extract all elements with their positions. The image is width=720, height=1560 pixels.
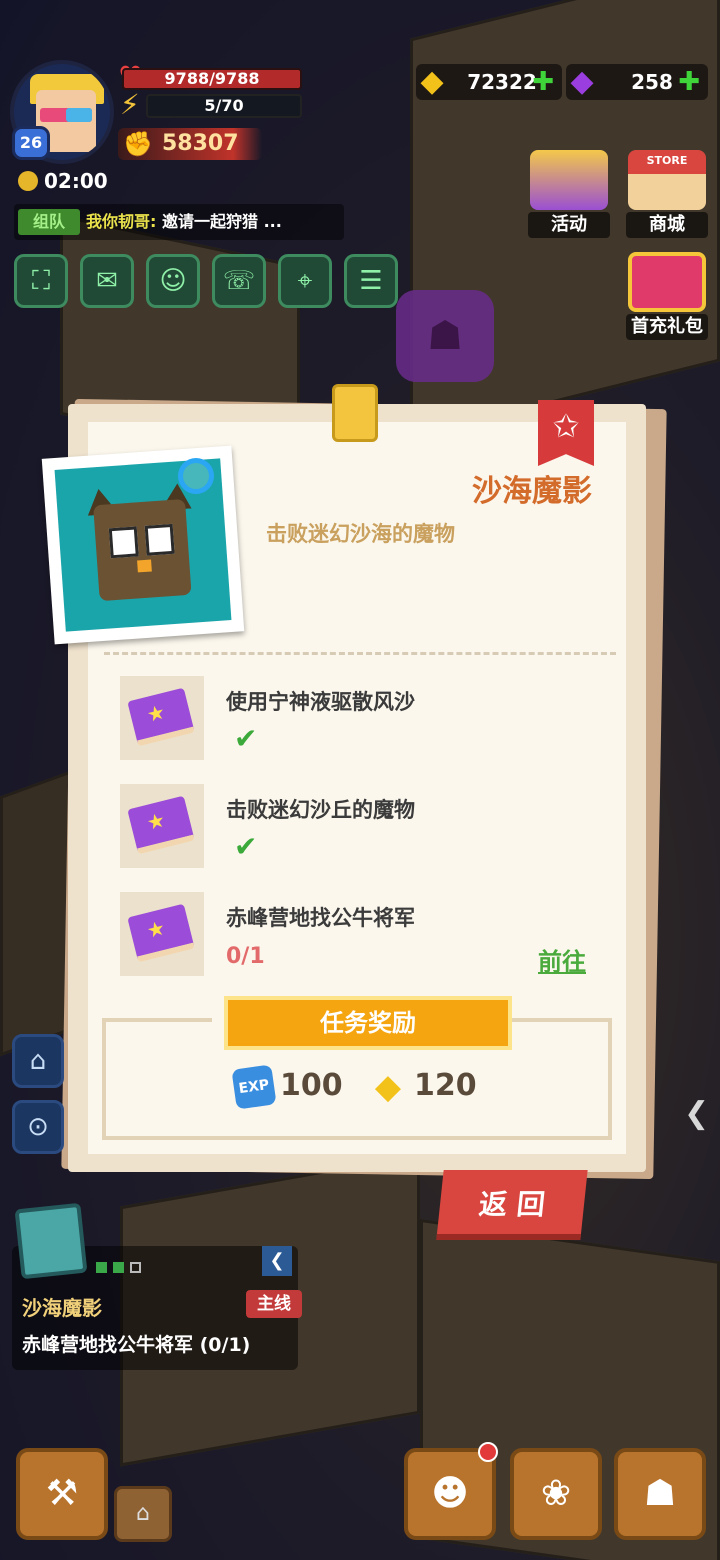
checkmark-icon: ✔: [234, 830, 258, 863]
tracker-objective: 赤峰营地找公牛将军 (0/1): [22, 1334, 251, 1356]
combat-power: ✊ 58307: [118, 128, 262, 160]
boss-marker-icon: ☗: [396, 290, 494, 382]
map-icon[interactable]: ⌖: [278, 254, 332, 308]
tape-decoration: [332, 384, 378, 442]
go-to-link[interactable]: 前往: [538, 942, 586, 977]
quest-step: 赤峰营地找公牛将军 0/1 前往: [120, 892, 600, 980]
add-gold-button[interactable]: ✚: [532, 64, 554, 100]
hammer-icon[interactable]: ⚒: [16, 1448, 108, 1540]
shop-button[interactable]: STORE 商城: [626, 150, 708, 238]
event-label: 活动: [528, 212, 610, 238]
coin-reward: ◆ 120: [368, 1064, 477, 1108]
quest-step: 使用宁神液驱散风沙 ✔: [120, 676, 600, 764]
chat-message: 邀请一起狩猎 ...: [162, 212, 282, 231]
timer-value: 02:00: [44, 169, 108, 193]
star-icon: ✩: [552, 407, 580, 445]
gold-counter: ◆ 72322 ✚: [416, 64, 562, 100]
exp-amount: 100: [280, 1068, 343, 1103]
divider: [104, 652, 616, 655]
combat-power-value: 58307: [162, 131, 239, 156]
chat-ticker[interactable]: 组队 我你韧哥: 邀请一起狩猎 ...: [14, 204, 344, 240]
coin-amount: 120: [414, 1068, 477, 1103]
home-icon[interactable]: ⌂: [12, 1034, 64, 1088]
backpack-icon[interactable]: ☗: [614, 1448, 706, 1540]
first-recharge-button[interactable]: 首充礼包: [626, 252, 708, 340]
shop-label: 商城: [626, 212, 708, 238]
sun-icon: [18, 171, 38, 191]
gold-amount: 72322: [467, 70, 537, 94]
hp-bar: 9788/9788: [122, 68, 302, 90]
spellbook-icon: [127, 903, 195, 963]
chat-channel-tag: 组队: [18, 209, 80, 235]
stamina-timer: 02:00: [18, 168, 108, 194]
quest-subtitle: 击败迷幻沙海的魔物: [266, 522, 455, 546]
quest-step-text: 使用宁神液驱散风沙: [226, 690, 415, 714]
add-gems-button[interactable]: ✚: [678, 64, 700, 100]
target-icon: [178, 458, 214, 494]
page-dots: [96, 1258, 147, 1277]
chat-bubble-icon[interactable]: ☏: [212, 254, 266, 308]
event-star-icon: [530, 150, 608, 210]
notice-board-icon[interactable]: ☰: [344, 254, 398, 308]
exp-reward: EXP 100: [231, 1063, 343, 1110]
gold-coin-icon: ◆: [374, 1066, 402, 1107]
chat-sender: 我你韧哥:: [86, 212, 157, 231]
purple-gem-icon: ◆: [570, 64, 594, 99]
fullscreen-icon[interactable]: ⛶: [14, 254, 68, 308]
first-recharge-label: 首充礼包: [626, 314, 708, 340]
expand-arrow-icon[interactable]: ❮: [684, 1094, 720, 1134]
back-button[interactable]: 返 回: [436, 1170, 588, 1240]
checkmark-icon: ✔: [234, 722, 258, 755]
main-quest-badge: 主线: [246, 1290, 302, 1318]
quest-title: 沙海魔影: [472, 474, 592, 509]
pets-icon[interactable]: ❀: [510, 1448, 602, 1540]
energy-bar: 5/70: [146, 94, 302, 118]
fist-icon: ✊: [123, 130, 153, 158]
quest-step-text: 赤峰营地找公牛将军: [226, 906, 415, 930]
event-button[interactable]: 活动: [528, 150, 610, 238]
friends-icon[interactable]: ☺: [146, 254, 200, 308]
location-pin-icon[interactable]: ⊙: [12, 1100, 64, 1154]
hero-icon[interactable]: ☻: [404, 1448, 496, 1540]
quest-step-text: 击败迷幻沙丘的魔物: [226, 798, 415, 822]
exp-icon: EXP: [231, 1063, 277, 1110]
gift-box-icon: [628, 252, 706, 312]
gold-coin-icon: ◆: [420, 64, 444, 99]
reward-title: 任务奖励: [224, 996, 512, 1050]
utility-icon-row: ⛶ ✉ ☺ ☏ ⌖ ☰: [14, 254, 398, 308]
spellbook-icon: [127, 795, 195, 855]
small-chest-icon[interactable]: ⌂: [114, 1486, 172, 1542]
quest-step: 击败迷幻沙丘的魔物 ✔: [120, 784, 600, 872]
spellbook-icon: [127, 687, 195, 747]
quest-scroll-icon[interactable]: [14, 1202, 88, 1280]
notification-dot: [478, 1442, 498, 1462]
quest-step-progress: 0/1: [226, 944, 265, 969]
player-level-badge: 26: [12, 126, 50, 160]
collapse-arrow-icon[interactable]: ❮: [262, 1246, 292, 1276]
store-icon: STORE: [628, 150, 706, 210]
mail-icon[interactable]: ✉: [80, 254, 134, 308]
tracker-title: 沙海魔影: [22, 1296, 102, 1320]
gem-counter: ◆ 258 ✚: [566, 64, 708, 100]
